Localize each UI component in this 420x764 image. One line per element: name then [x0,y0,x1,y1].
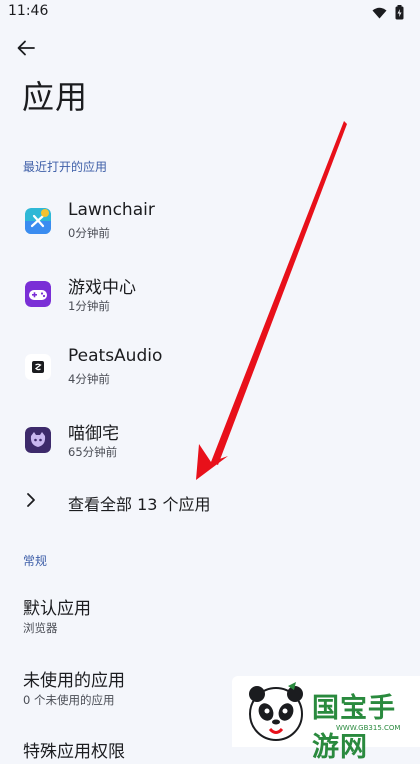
setting-subtitle: 0 个未使用的应用 [23,693,115,707]
app-row-peatsaudio[interactable]: PeatsAudio 4分钟前 [0,346,420,412]
panda-icon [249,682,303,741]
lawnchair-icon [25,208,51,234]
status-time: 11:46 [8,3,49,19]
battery-icon [395,5,404,20]
game-center-icon [25,281,51,307]
app-row-miaoyuzhai[interactable]: 喵御宅 65分钟前 [0,419,420,485]
app-last-used: 0分钟前 [68,226,110,240]
page-title: 应用 [22,78,89,116]
miaoyuzhai-icon [25,427,51,453]
see-all-apps-label: 查看全部 13 个应用 [68,495,211,514]
section-header-general: 常规 [23,554,48,568]
setting-title: 未使用的应用 [23,671,125,691]
app-name: Lawnchair [68,200,155,220]
section-header-recent: 最近打开的应用 [23,160,108,174]
wifi-icon [372,7,387,18]
setting-special-app-access[interactable]: 特殊应用权限 [23,737,125,762]
back-button[interactable] [12,34,40,62]
app-last-used: 65分钟前 [68,445,118,459]
watermark-logo: 国宝手游网 WWW.GB315.COM [232,676,420,763]
app-row-lawnchair[interactable]: Lawnchair 0分钟前 [0,200,420,266]
setting-title: 默认应用 [23,599,91,619]
arrow-back-icon [17,40,35,56]
watermark-url: WWW.GB315.COM [336,724,401,732]
see-all-apps-button[interactable]: 查看全部 13 个应用 [0,488,420,516]
app-name: PeatsAudio [68,346,163,366]
peatsaudio-icon [25,354,51,380]
app-row-game-center[interactable]: 游戏中心 1分钟前 [0,273,420,339]
app-last-used: 4分钟前 [68,372,110,386]
app-last-used: 1分钟前 [68,299,110,313]
setting-default-apps[interactable]: 默认应用 浏览器 [0,594,420,644]
app-name: 喵御宅 [68,424,119,444]
chevron-right-icon [27,493,35,507]
status-icons [372,5,404,20]
app-name: 游戏中心 [68,278,136,298]
status-bar: 11:46 [0,0,420,28]
setting-subtitle: 浏览器 [23,621,58,635]
